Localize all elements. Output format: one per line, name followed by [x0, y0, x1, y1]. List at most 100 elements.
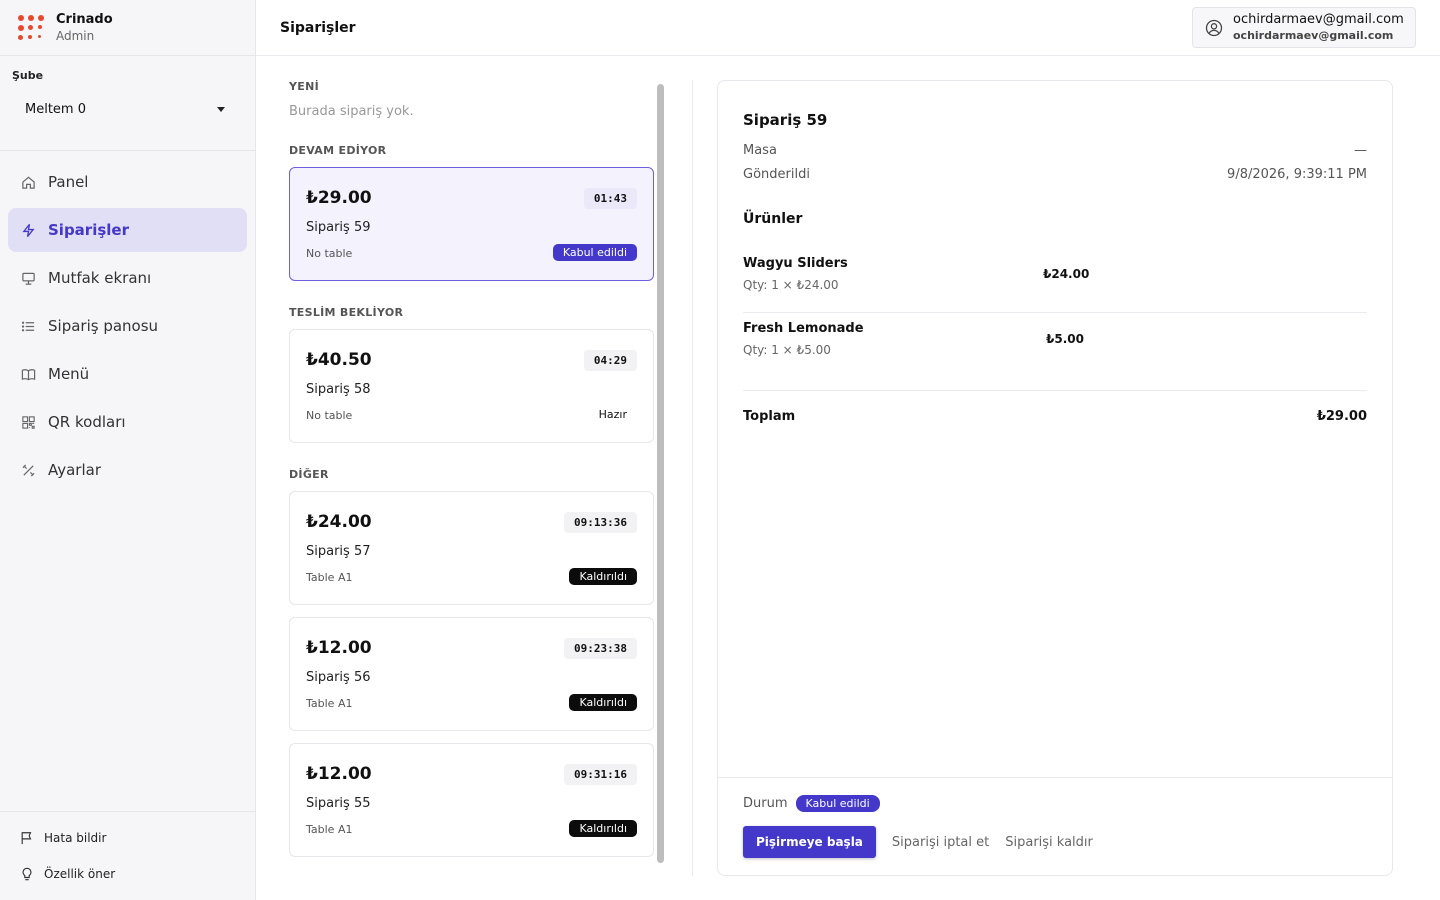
branch-label: Şube [12, 69, 44, 82]
order-name: Sipariş 59 [306, 220, 371, 235]
lightbulb-icon [20, 867, 34, 881]
total-label: Toplam [743, 409, 796, 424]
order-card[interactable]: ₺12.00 09:23:38 Sipariş 56 Table A1 Kald… [289, 617, 654, 731]
home-icon [20, 174, 36, 190]
user-circle-icon [1205, 19, 1223, 37]
item-qty: Qty: 1 × ₺5.00 [743, 343, 831, 357]
order-list: YENİ Burada sipariş yok. DEVAM EDİYOR ₺2… [289, 80, 654, 857]
status-badge: Hazır [588, 406, 637, 423]
order-list-scrollbar[interactable] [657, 84, 664, 863]
list-icon [20, 318, 36, 334]
account-button[interactable]: ochirdarmaev@gmail.com ochirdarmaev@gmai… [1192, 7, 1416, 48]
order-name: Sipariş 55 [306, 796, 371, 811]
order-price: ₺12.00 [306, 638, 372, 658]
cancel-order-button[interactable]: Siparişi iptal et [892, 835, 989, 850]
status-badge: Kabul edildi [795, 795, 880, 812]
monitor-icon [20, 270, 36, 286]
section-label-in-progress: DEVAM EDİYOR [289, 144, 387, 157]
order-table: No table [306, 247, 353, 260]
order-name: Sipariş 58 [306, 382, 371, 397]
flag-icon [20, 831, 34, 845]
nav-item-orders[interactable]: Siparişler [8, 208, 247, 252]
status-label: Durum [743, 796, 788, 811]
page-title: Siparişler [280, 19, 356, 36]
item-name: Fresh Lemonade [743, 321, 864, 336]
section-label-awaiting: TESLİM BEKLİYOR [289, 306, 404, 319]
book-icon [20, 366, 36, 382]
brand-logo-icon [18, 14, 44, 41]
detail-row-table: Masa — [743, 143, 1367, 158]
nav-item-label: Sipariş panosu [48, 317, 159, 335]
sent-value: 9/8/2026, 9:39:11 PM [1227, 167, 1367, 182]
order-detail-panel: Sipariş 59 Masa — Gönderildi 9/8/2026, 9… [717, 80, 1393, 876]
order-item-row: Fresh Lemonade Qty: 1 × ₺5.00 ₺5.00 [743, 313, 1367, 378]
report-bug-link[interactable]: Hata bildir [20, 820, 235, 856]
status-badge: Kaldırıldı [569, 568, 637, 585]
items-title: Ürünler [743, 211, 803, 227]
nav-item-panel[interactable]: Panel [8, 160, 247, 204]
order-item-row: Wagyu Sliders Qty: 1 × ₺24.00 ₺24.00 [743, 248, 1367, 313]
account-email-secondary: ochirdarmaev@gmail.com [1233, 29, 1394, 42]
nav-item-label: QR kodları [48, 413, 126, 431]
sidebar-nav: Panel Siparişler Mutfak ekranı Sipariş p… [0, 151, 255, 505]
nav-item-settings[interactable]: Ayarlar [8, 448, 247, 492]
order-table: Table A1 [306, 697, 353, 710]
brand-role: Admin [56, 28, 95, 43]
status-row: Durum Kabul edildi [743, 795, 880, 812]
total-value: ₺29.00 [1316, 409, 1367, 424]
item-price: ₺24.00 [1043, 267, 1090, 281]
order-card[interactable]: ₺12.00 09:31:16 Sipariş 55 Table A1 Kald… [289, 743, 654, 857]
order-actions-footer: Durum Kabul edildi Pişirmeye başla Sipar… [718, 777, 1392, 875]
item-price: ₺5.00 [1046, 332, 1084, 346]
status-badge: Kabul edildi [552, 244, 637, 261]
nav-item-label: Panel [48, 173, 89, 191]
status-badge: Kaldırıldı [569, 820, 637, 837]
order-price: ₺24.00 [306, 512, 372, 532]
branch-selected-value: Meltem 0 [25, 102, 86, 117]
order-timer: 09:13:36 [564, 512, 637, 533]
order-card[interactable]: ₺29.00 01:43 Sipariş 59 No table Kabul e… [289, 167, 654, 281]
order-actions: Pişirmeye başla Siparişi iptal et Sipari… [743, 826, 1093, 858]
order-table: Table A1 [306, 571, 353, 584]
nav-item-order-board[interactable]: Sipariş panosu [8, 304, 247, 348]
total-divider [743, 390, 1367, 391]
sent-label: Gönderildi [743, 167, 810, 182]
nav-item-label: Siparişler [48, 221, 129, 239]
order-price: ₺12.00 [306, 764, 372, 784]
suggest-feature-label: Özellik öner [44, 867, 116, 881]
top-header: Siparişler ochirdarmaev@gmail.com ochird… [256, 0, 1440, 56]
nav-item-menu[interactable]: Menü [8, 352, 247, 396]
item-name: Wagyu Sliders [743, 256, 848, 271]
caret-down-icon [217, 107, 225, 112]
order-table: Table A1 [306, 823, 353, 836]
order-card[interactable]: ₺24.00 09:13:36 Sipariş 57 Table A1 Kald… [289, 491, 654, 605]
order-card[interactable]: ₺40.50 04:29 Sipariş 58 No table Hazır [289, 329, 654, 443]
panel-divider [692, 80, 693, 876]
nav-item-qr-codes[interactable]: QR kodları [8, 400, 247, 444]
qr-icon [20, 414, 36, 430]
brand[interactable]: Crinado Admin [0, 0, 255, 56]
detail-row-sent: Gönderildi 9/8/2026, 9:39:11 PM [743, 167, 1367, 182]
order-name: Sipariş 56 [306, 670, 371, 685]
order-price: ₺29.00 [306, 188, 372, 208]
order-timer: 04:29 [583, 350, 637, 371]
branch-select[interactable]: Meltem 0 [12, 102, 243, 117]
order-timer: 09:23:38 [564, 638, 637, 659]
empty-state: Burada sipariş yok. [289, 104, 414, 119]
nav-item-label: Mutfak ekranı [48, 269, 152, 287]
suggest-feature-link[interactable]: Özellik öner [20, 856, 235, 892]
order-timer: 09:31:16 [564, 764, 637, 785]
sidebar: Crinado Admin Şube Meltem 0 Panel Sipari… [0, 0, 256, 900]
remove-order-button[interactable]: Siparişi kaldır [1005, 835, 1093, 850]
order-price: ₺40.50 [306, 350, 372, 370]
start-cooking-button[interactable]: Pişirmeye başla [743, 826, 876, 858]
order-name: Sipariş 57 [306, 544, 371, 559]
tools-icon [20, 462, 36, 478]
lightning-icon [20, 222, 36, 238]
nav-item-label: Ayarlar [48, 461, 102, 479]
report-bug-label: Hata bildir [44, 831, 107, 845]
order-detail-title: Sipariş 59 [743, 111, 828, 129]
nav-item-kitchen-screen[interactable]: Mutfak ekranı [8, 256, 247, 300]
table-label: Masa [743, 143, 777, 158]
order-total: Toplam ₺29.00 [743, 409, 1367, 424]
